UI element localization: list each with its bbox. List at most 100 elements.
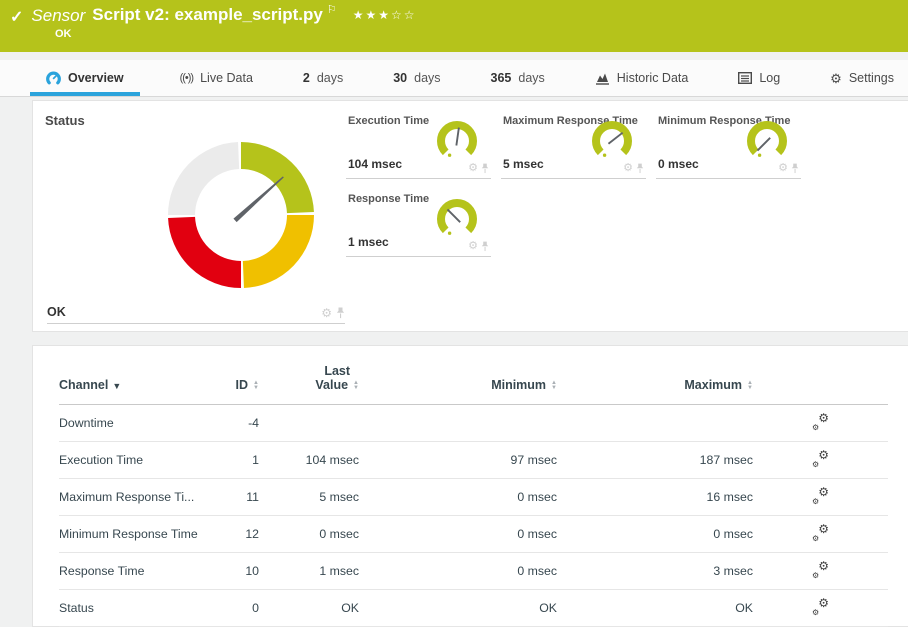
channel-id: 11 [209, 479, 259, 516]
live-data-icon: ((•)) [180, 72, 194, 84]
last-value: 0 msec [259, 516, 359, 553]
tab-historic-data[interactable]: Historic Data [585, 60, 699, 96]
status-channel-card: Status OK ⚙ [45, 113, 345, 324]
minimum-value: 0 msec [359, 553, 557, 590]
table-row-status[interactable]: Status 0 OK OK OK ⚙⚙ [59, 590, 888, 627]
last-value: 5 msec [259, 479, 359, 516]
pin-icon[interactable] [336, 307, 345, 319]
header-label: Last [315, 364, 359, 378]
table-row-downtime[interactable]: Downtime -4 ⚙⚙ [59, 405, 888, 442]
sort-icon: ▲▼ [353, 381, 359, 391]
mini-gauge[interactable] [590, 119, 634, 161]
channel-name: Downtime [59, 405, 209, 442]
column-header-actions [753, 364, 888, 405]
header-label: Value [315, 378, 348, 392]
channel-name: Execution Time [59, 442, 209, 479]
channel-settings-icon[interactable]: ⚙⚙ [812, 599, 829, 614]
table-row-minimum-response-time[interactable]: Minimum Response Time 12 0 msec 0 msec 0… [59, 516, 888, 553]
status-gauge[interactable] [161, 135, 321, 295]
flag-icon[interactable]: ⚐ [327, 5, 337, 16]
tab-label: Overview [68, 71, 124, 85]
gear-icon[interactable]: ⚙ [468, 242, 478, 251]
gear-icon[interactable]: ⚙ [468, 164, 478, 173]
channel-settings-icon[interactable]: ⚙⚙ [812, 414, 829, 429]
column-header-channel[interactable]: Channel▼ [59, 364, 209, 405]
sensor-status-badge: OK [55, 28, 898, 40]
table-row-maximum-response-time[interactable]: Maximum Response Ti... 11 5 msec 0 msec … [59, 479, 888, 516]
gear-icon[interactable]: ⚙ [623, 164, 633, 173]
pin-icon[interactable] [636, 163, 644, 174]
channel-settings-icon[interactable]: ⚙⚙ [812, 525, 829, 540]
tab-365-days[interactable]: 365 days [481, 60, 555, 96]
channel-settings-icon[interactable]: ⚙⚙ [812, 488, 829, 503]
table-row-response-time[interactable]: Response Time 10 1 msec 0 msec 3 msec ⚙⚙ [59, 553, 888, 590]
tab-2-days[interactable]: 2 days [293, 60, 353, 96]
channel-id: -4 [209, 405, 259, 442]
table-row-execution-time[interactable]: Execution Time 1 104 msec 97 msec 187 ms… [59, 442, 888, 479]
tab-overview[interactable]: Overview [30, 60, 140, 96]
header-label: Channel [59, 378, 108, 392]
maximum-value [557, 405, 753, 442]
gauge-card-execution-time: Execution Time 104 msec ⚙ [346, 111, 491, 179]
log-icon [738, 72, 752, 84]
column-header-minimum[interactable]: Minimum▲▼ [359, 364, 557, 405]
minimum-value: OK [359, 590, 557, 627]
last-value: 104 msec [259, 442, 359, 479]
tab-live-data[interactable]: ((•)) Live Data [170, 60, 263, 96]
gauge-needle [447, 209, 460, 222]
tab-30-days[interactable]: 30 days [383, 60, 450, 96]
channel-settings-icon[interactable]: ⚙⚙ [812, 562, 829, 577]
header-label: ID [236, 378, 249, 392]
last-value: OK [259, 590, 359, 627]
sensor-header: ✓ Sensor Script v2: example_script.py ⚐ … [0, 0, 908, 52]
gauge-value: 0 msec [658, 157, 699, 171]
minimum-value: 97 msec [359, 442, 557, 479]
pin-icon[interactable] [481, 163, 489, 174]
column-header-maximum[interactable]: Maximum▲▼ [557, 364, 753, 405]
channel-name: Status [59, 590, 209, 627]
maximum-value: 0 msec [557, 516, 753, 553]
header-label: Minimum [491, 378, 546, 392]
column-header-id[interactable]: ID ▲▼ [209, 364, 259, 405]
maximum-value: 3 msec [557, 553, 753, 590]
pin-icon[interactable] [481, 241, 489, 252]
channel-id: 10 [209, 553, 259, 590]
tab-unit: days [414, 71, 440, 85]
channel-name: Minimum Response Time [59, 516, 209, 553]
mini-gauge[interactable] [435, 119, 479, 161]
mini-gauge-grid: Execution Time 104 msec ⚙ [346, 111, 900, 257]
gauge-title: Execution Time [348, 115, 429, 127]
gauge-icon [46, 71, 61, 86]
gauge-card-minimum-response-time: Minimum Response Time 0 msec ⚙ [656, 111, 801, 179]
status-title: Status [45, 113, 345, 128]
channel-id: 12 [209, 516, 259, 553]
header-label: Maximum [684, 378, 742, 392]
mini-gauge[interactable] [435, 197, 479, 239]
gear-icon[interactable]: ⚙ [778, 164, 788, 173]
tab-label: Settings [849, 71, 894, 85]
channel-settings-icon[interactable]: ⚙⚙ [812, 451, 829, 466]
channel-table: Channel▼ ID ▲▼ LastValue ▲▼ Minimum▲▼ Maxi… [59, 364, 888, 627]
sort-icon: ▲▼ [253, 381, 259, 391]
tab-log[interactable]: Log [728, 60, 790, 96]
gear-icon: ⚙ [830, 72, 842, 85]
tab-number: 30 [393, 71, 407, 85]
tab-label: Live Data [200, 71, 253, 85]
gauge-value: 1 msec [348, 235, 389, 249]
tab-number: 365 [491, 71, 512, 85]
gauges-panel: Status OK ⚙ [32, 100, 908, 332]
maximum-value: 187 msec [557, 442, 753, 479]
table-header-row: Channel▼ ID ▲▼ LastValue ▲▼ Minimum▲▼ Maxi… [59, 364, 888, 405]
column-header-last-value[interactable]: LastValue ▲▼ [259, 364, 359, 405]
star-rating[interactable]: ★★★☆☆ [353, 8, 417, 22]
channels-panel: Channel▼ ID ▲▼ LastValue ▲▼ Minimum▲▼ Maxi… [32, 345, 908, 627]
gauge-card-maximum-response-time: Maximum Response Time 5 msec ⚙ [501, 111, 646, 179]
gauge-needle [757, 138, 770, 151]
pin-icon[interactable] [791, 163, 799, 174]
tab-settings[interactable]: ⚙ Settings [820, 60, 904, 96]
mini-gauge[interactable] [745, 119, 789, 161]
tab-bar: Overview ((•)) Live Data 2 days 30 days … [0, 60, 908, 97]
gear-icon[interactable]: ⚙ [321, 308, 332, 318]
sensor-type-label: Sensor [31, 6, 85, 26]
historic-chart-icon [595, 72, 610, 85]
